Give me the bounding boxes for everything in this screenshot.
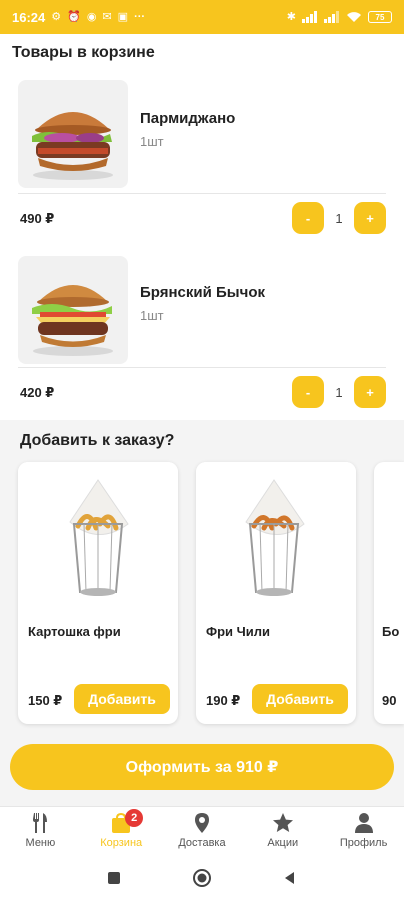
nav-label: Акции xyxy=(267,837,299,849)
decrease-button[interactable]: - xyxy=(292,202,324,234)
more-notifications-icon: ··· xyxy=(134,10,146,23)
status-time: 16:24 xyxy=(12,9,46,25)
item-name: Пармиджано xyxy=(140,110,236,127)
bluetooth-icon: ✱ xyxy=(286,10,296,23)
burger-image[interactable] xyxy=(18,256,128,364)
location-pin-icon xyxy=(194,813,209,833)
cart-title: Товары в корзине xyxy=(12,44,155,61)
upsell-card[interactable]: Картошка фри 150 ₽ Добавить xyxy=(18,462,178,724)
item-quantity-text: 1шт xyxy=(140,134,164,149)
upsell-title: Добавить к заказу? xyxy=(20,432,175,449)
item-price: 420 ₽ xyxy=(20,385,55,400)
upsell-item-price: 150 ₽ xyxy=(28,693,63,708)
app-icon: ◉ xyxy=(86,10,97,23)
burger-image[interactable] xyxy=(18,80,128,188)
increase-button[interactable]: + xyxy=(353,376,386,408)
decrease-button[interactable]: - xyxy=(292,376,324,408)
star-icon xyxy=(272,813,293,832)
upsell-item-name: Фри Чили xyxy=(206,624,271,639)
checkout-button[interactable]: Оформить за 910 ₽ xyxy=(10,744,394,790)
add-button[interactable]: Добавить xyxy=(74,684,170,714)
cart-item: Пармиджано 1шт 490 ₽ - 1 + xyxy=(0,80,404,250)
cart-item: Брянский Бычок 1шт 420 ₽ - 1 + xyxy=(0,254,404,424)
nav-label: Корзина xyxy=(100,837,143,849)
nav-item-profile[interactable]: Профиль xyxy=(323,807,404,856)
cart-count-badge: 2 xyxy=(125,809,144,827)
divider xyxy=(18,193,386,194)
upsell-item-price: 190 ₽ xyxy=(206,693,241,708)
person-icon xyxy=(354,813,373,833)
quantity-stepper: - 1 + xyxy=(292,376,386,408)
cutlery-icon xyxy=(33,813,48,833)
item-quantity-text: 1шт xyxy=(140,308,164,323)
system-nav-bar xyxy=(0,856,404,900)
recent-apps-icon[interactable] xyxy=(106,870,122,886)
nav-label: Меню xyxy=(25,837,56,849)
signal-icon xyxy=(302,11,317,23)
item-price: 490 ₽ xyxy=(20,211,55,226)
quantity-value: 1 xyxy=(335,210,343,226)
add-button[interactable]: Добавить xyxy=(252,684,348,714)
nav-item-promotions[interactable]: Акции xyxy=(242,807,323,856)
quantity-value: 1 xyxy=(335,384,343,400)
nav-item-delivery[interactable]: Доставка xyxy=(162,807,243,856)
upsell-item-name: Картошка фри xyxy=(28,624,121,639)
item-name: Брянский Бычок xyxy=(140,284,265,301)
nav-item-cart[interactable]: 2 Корзина xyxy=(81,807,162,856)
status-bar: 16:24 ⚙ ⏰ ◉ ✉ ▣ ··· ✱ 75 xyxy=(0,0,404,34)
settings-icon: ⚙ xyxy=(51,10,62,23)
upsell-item-price: 90 xyxy=(382,693,397,708)
nav-label: Доставка xyxy=(178,837,226,849)
upsell-card[interactable]: Бо 90 xyxy=(374,462,404,724)
fries-image xyxy=(196,462,356,612)
upsell-item-name: Бо xyxy=(382,624,400,639)
fries-image xyxy=(18,462,178,612)
quantity-stepper: - 1 + xyxy=(292,202,386,234)
nav-item-menu[interactable]: Меню xyxy=(0,807,81,856)
divider xyxy=(18,367,386,368)
bottom-nav: Меню 2 Корзина Доставка Акции Профиль xyxy=(0,806,404,856)
nav-label: Профиль xyxy=(339,837,388,849)
increase-button[interactable]: + xyxy=(353,202,386,234)
back-icon[interactable] xyxy=(282,870,298,886)
wifi-icon xyxy=(347,12,361,22)
battery-icon: 75 xyxy=(368,11,392,23)
alarm-icon: ⏰ xyxy=(67,10,81,23)
image-icon: ▣ xyxy=(117,10,129,23)
signal-icon-2 xyxy=(324,11,339,23)
mail-icon: ✉ xyxy=(102,10,112,23)
home-icon[interactable] xyxy=(192,868,212,888)
upsell-card[interactable]: Фри Чили 190 ₽ Добавить xyxy=(196,462,356,724)
cart-section: Товары в корзине Пармиджано 1шт 490 ₽ - … xyxy=(0,34,404,420)
